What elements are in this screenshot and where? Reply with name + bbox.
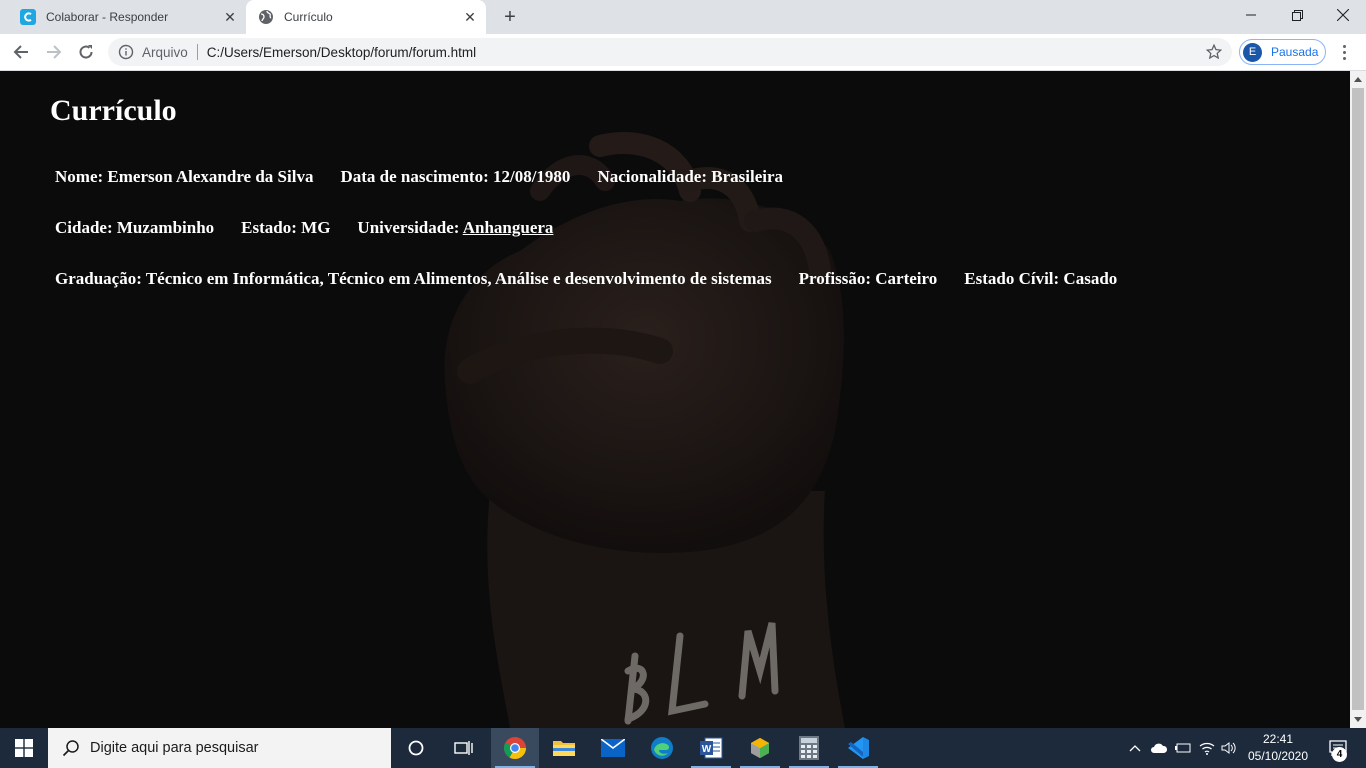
- page-viewport: Currículo Nome: Emerson Alexandre da Sil…: [0, 71, 1350, 728]
- avatar: E: [1243, 42, 1262, 62]
- system-clock[interactable]: 22:41 05/10/2020: [1242, 728, 1314, 768]
- menu-icon[interactable]: [1336, 39, 1352, 65]
- close-icon[interactable]: ✕: [460, 7, 480, 27]
- close-icon: [1337, 9, 1349, 21]
- search-placeholder: Digite aqui para pesquisar: [90, 740, 259, 756]
- restore-button[interactable]: [1274, 0, 1320, 30]
- minimize-button[interactable]: [1228, 0, 1274, 30]
- universidade-link[interactable]: Anhanguera: [463, 218, 554, 237]
- scroll-down-icon[interactable]: [1354, 717, 1362, 722]
- info-row-2: Cidade: Muzambinho Estado: MG Universidade…: [55, 218, 580, 238]
- info-row-1: Nome: Emerson Alexandre da Silva Data de …: [55, 167, 810, 187]
- info-universidade: Universidade: Anhanguera: [357, 218, 553, 237]
- notification-count-badge: 4: [1332, 747, 1347, 762]
- reload-button[interactable]: [72, 38, 100, 66]
- info-nascimento: Data de nascimento: 12/08/1980: [340, 167, 571, 186]
- scroll-thumb[interactable]: [1352, 88, 1364, 710]
- tab-title: Colaborar - Responder: [46, 10, 169, 24]
- info-icon[interactable]: [118, 44, 134, 60]
- star-icon[interactable]: [1206, 44, 1222, 60]
- reload-icon: [79, 45, 93, 59]
- chrome-icon[interactable]: [491, 728, 539, 768]
- info-graduacao: Graduação: Técnico em Informática, Técni…: [55, 269, 772, 288]
- edge-icon[interactable]: [638, 728, 686, 768]
- windows-taskbar: Digite aqui para pesquisar W 22:41 05/10…: [0, 728, 1366, 768]
- volume-icon[interactable]: [1218, 728, 1240, 768]
- close-icon[interactable]: ✕: [220, 7, 240, 27]
- svg-text:W: W: [702, 744, 712, 755]
- tab-curriculo[interactable]: Currículo ✕: [246, 0, 486, 34]
- battery-icon[interactable]: [1172, 728, 1194, 768]
- arrow-right-icon: [47, 45, 62, 59]
- onedrive-icon[interactable]: [1148, 728, 1170, 768]
- info-nacionalidade: Nacionalidade: Brasileira: [597, 167, 784, 186]
- tab-title: Currículo: [284, 10, 333, 24]
- wifi-icon[interactable]: [1196, 728, 1218, 768]
- profile-button[interactable]: E Pausada: [1239, 39, 1326, 65]
- close-window-button[interactable]: [1320, 0, 1366, 30]
- cortana-icon[interactable]: [392, 728, 440, 768]
- clock-time: 22:41: [1262, 732, 1294, 746]
- globe-icon: [258, 9, 274, 25]
- info-estado: Estado: MG: [241, 218, 331, 237]
- windows-logo-icon: [15, 739, 33, 757]
- taskbar-search[interactable]: Digite aqui para pesquisar: [48, 728, 391, 768]
- tray-chevron-icon[interactable]: [1124, 728, 1146, 768]
- colaborar-icon: [20, 9, 36, 25]
- new-tab-button[interactable]: +: [498, 5, 522, 29]
- profile-status: Pausada: [1271, 45, 1319, 59]
- file-explorer-icon[interactable]: [540, 728, 588, 768]
- task-view-icon[interactable]: [440, 728, 488, 768]
- url-text[interactable]: C:/Users/Emerson/Desktop/forum/forum.htm…: [207, 45, 476, 60]
- info-estado-civil: Estado Cívil: Casado: [964, 269, 1118, 288]
- forward-button[interactable]: [40, 38, 68, 66]
- info-cidade: Cidade: Muzambinho: [55, 218, 215, 237]
- address-bar[interactable]: Arquivo C:/Users/Emerson/Desktop/forum/f…: [108, 38, 1232, 66]
- info-profissao: Profissão: Carteiro: [798, 269, 938, 288]
- info-nome: Nome: Emerson Alexandre da Silva: [55, 167, 314, 186]
- tab-colaborar[interactable]: Colaborar - Responder ✕: [8, 0, 246, 34]
- page-title: Currículo: [50, 94, 177, 127]
- clock-date: 05/10/2020: [1247, 749, 1309, 763]
- tab-strip: Colaborar - Responder ✕ Currículo ✕ +: [0, 0, 1366, 34]
- info-row-3: Graduação: Técnico em Informática, Técni…: [55, 269, 1144, 289]
- address-divider: [196, 44, 198, 60]
- vertical-scrollbar[interactable]: [1350, 71, 1366, 728]
- scroll-up-icon[interactable]: [1354, 77, 1362, 82]
- app-cube-icon[interactable]: [736, 728, 784, 768]
- word-icon[interactable]: W: [687, 728, 735, 768]
- restore-icon: [1291, 9, 1303, 21]
- vscode-icon[interactable]: [834, 728, 882, 768]
- scheme-label: Arquivo: [142, 44, 188, 60]
- mail-icon[interactable]: [589, 728, 637, 768]
- search-icon: [62, 740, 79, 757]
- minimize-icon: [1246, 14, 1256, 16]
- universidade-label: Universidade:: [357, 218, 463, 237]
- back-button[interactable]: [7, 38, 35, 66]
- start-button[interactable]: [0, 728, 48, 768]
- arrow-left-icon: [13, 45, 28, 59]
- browser-toolbar: Arquivo C:/Users/Emerson/Desktop/forum/f…: [0, 34, 1366, 71]
- calculator-icon[interactable]: [785, 728, 833, 768]
